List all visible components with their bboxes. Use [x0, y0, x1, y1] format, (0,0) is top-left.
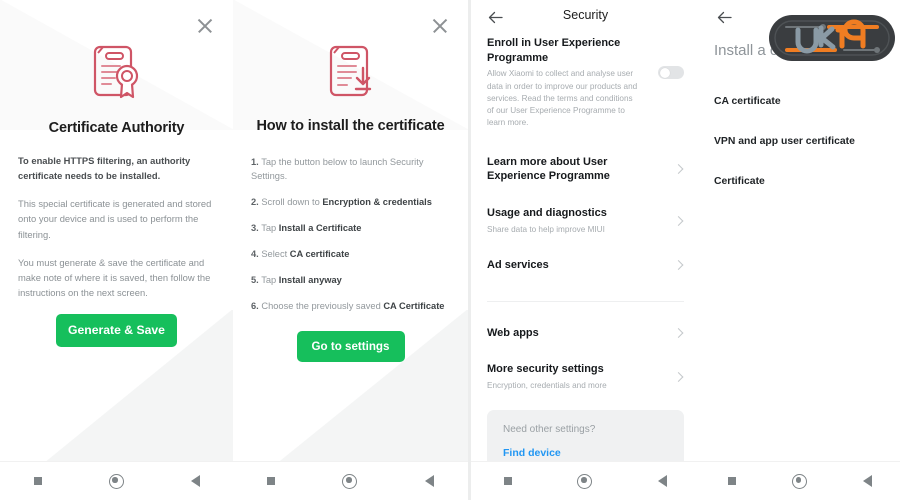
step-emphasis: CA certificate — [289, 248, 350, 259]
recents-square-icon[interactable] — [728, 477, 736, 485]
settings-list: Enroll in User Experience Programme Allo… — [471, 36, 700, 392]
go-to-settings-button[interactable]: Go to settings — [296, 330, 405, 362]
settings-row-ad-services[interactable]: Ad services — [487, 258, 684, 273]
step-text: Tap — [261, 222, 279, 233]
back-triangle-icon[interactable] — [425, 475, 435, 487]
lead-paragraph: To enable HTTPS filtering, an authority … — [18, 155, 191, 181]
row-subtitle: Share data to help improve MIUI — [487, 224, 605, 234]
home-circle-icon[interactable] — [792, 473, 807, 489]
row-subtitle: Encryption, credentials and more — [487, 380, 607, 390]
chevron-right-icon — [673, 372, 684, 383]
toggle-knob — [659, 67, 670, 78]
body-paragraph-2: You must generate & save the certificate… — [18, 256, 211, 299]
home-circle-icon[interactable] — [108, 473, 124, 489]
chevron-right-icon — [673, 327, 684, 338]
card-question: Need other settings? — [503, 424, 596, 436]
find-device-link[interactable]: Find device — [503, 447, 668, 459]
row-subtitle: Allow Xiaomi to collect and analyse user… — [487, 69, 638, 128]
body-paragraph-1: This special certificate is generated an… — [18, 198, 212, 240]
step-number: 6. — [251, 300, 259, 311]
chevron-right-icon — [673, 215, 684, 226]
chevron-right-icon — [673, 164, 684, 175]
step-text: Scroll down to — [261, 196, 323, 207]
step-emphasis: CA Certificate — [383, 300, 445, 311]
screenshot-stage: Certificate Authority To enable HTTPS fi… — [0, 0, 900, 500]
row-title: Usage and diagnostics — [487, 206, 607, 219]
row-title: Web apps — [487, 326, 539, 339]
uep-toggle-switch[interactable] — [658, 66, 684, 79]
step-number: 2. — [251, 196, 259, 207]
list-item-certificate[interactable]: Certificate — [714, 176, 886, 187]
list-item: 5. Tap Install anyway — [251, 274, 450, 288]
settings-row-enroll-uep[interactable]: Enroll in User Experience Programme Allo… — [487, 36, 684, 130]
back-triangle-icon[interactable] — [190, 475, 200, 487]
list-item: 1. Tap the button below to launch Securi… — [251, 156, 450, 184]
list-item: 4. Select CA certificate — [251, 248, 450, 262]
settings-row-learn-more-uep[interactable]: Learn more about User Experience Program… — [487, 155, 684, 184]
settings-row-web-apps[interactable]: Web apps — [487, 326, 684, 341]
row-title: Enroll in User Experience Programme — [487, 37, 621, 64]
chevron-right-icon — [673, 260, 684, 271]
page-title: Certificate Authority — [48, 120, 185, 136]
generate-and-save-button[interactable]: Generate & Save — [56, 313, 177, 347]
list-item-ca-certificate[interactable]: CA certificate — [714, 96, 886, 107]
close-icon[interactable] — [195, 16, 215, 36]
home-circle-icon[interactable] — [342, 473, 358, 489]
page-title: How to install the certificate — [256, 118, 445, 134]
ukiq-logo-watermark — [768, 12, 896, 64]
step-emphasis: Install anyway — [278, 274, 342, 285]
list-item: 2. Scroll down to Encryption & credentia… — [251, 196, 450, 210]
android-navigation-bar — [0, 461, 233, 500]
android-navigation-bar — [471, 461, 700, 500]
list-item: 6. Choose the previously saved CA Certif… — [251, 300, 450, 314]
panel-security-settings: Security Enroll in User Experience Progr… — [471, 0, 700, 500]
panel-certificate-authority: Certificate Authority To enable HTTPS fi… — [0, 0, 233, 500]
home-circle-icon[interactable] — [577, 473, 593, 489]
back-arrow-icon[interactable] — [716, 9, 733, 26]
step-emphasis: Encryption & credentials — [322, 196, 432, 207]
step-number: 1. — [251, 157, 259, 167]
android-navigation-bar — [700, 461, 900, 500]
list-item-vpn-and-app-user-certificate[interactable]: VPN and app user certificate — [714, 136, 886, 147]
settings-row-usage-and-diagnostics[interactable]: Usage and diagnostics Share data to help… — [487, 206, 684, 236]
back-triangle-icon[interactable] — [863, 475, 872, 487]
row-title: Learn more about User Experience Program… — [487, 155, 610, 183]
step-text: Tap the button below to launch Security … — [251, 157, 424, 181]
row-title: More security settings — [487, 363, 604, 376]
close-icon[interactable] — [430, 16, 450, 36]
back-triangle-icon[interactable] — [658, 475, 668, 487]
panel-install-a-certificate: Install a certificate CA certificate VPN… — [700, 0, 900, 500]
step-text: Tap — [261, 274, 279, 285]
recents-square-icon[interactable] — [33, 477, 42, 485]
panel-how-to-install: How to install the certificate 1. Tap th… — [233, 0, 468, 500]
step-text: Select — [261, 248, 290, 259]
section-divider — [487, 300, 684, 302]
android-navigation-bar — [233, 461, 468, 500]
certificate-type-list: CA certificate VPN and app user certific… — [700, 96, 900, 187]
recents-square-icon[interactable] — [266, 477, 275, 485]
settings-app-bar: Security — [471, 0, 700, 36]
recents-square-icon[interactable] — [503, 477, 512, 485]
step-number: 4. — [251, 248, 259, 259]
step-text: Choose the previously saved — [261, 300, 384, 311]
list-item: 3. Tap Install a Certificate — [251, 222, 450, 236]
step-number: 3. — [251, 222, 259, 233]
step-number: 5. — [251, 274, 259, 285]
settings-row-more-security-settings[interactable]: More security settings Encryption, crede… — [487, 362, 684, 392]
page-title: Security — [562, 8, 609, 22]
step-emphasis: Install a Certificate — [278, 222, 362, 233]
instruction-steps-list: 1. Tap the button below to launch Securi… — [233, 156, 468, 314]
row-title: Ad services — [487, 258, 549, 271]
description-body: To enable HTTPS filtering, an authority … — [0, 154, 233, 301]
